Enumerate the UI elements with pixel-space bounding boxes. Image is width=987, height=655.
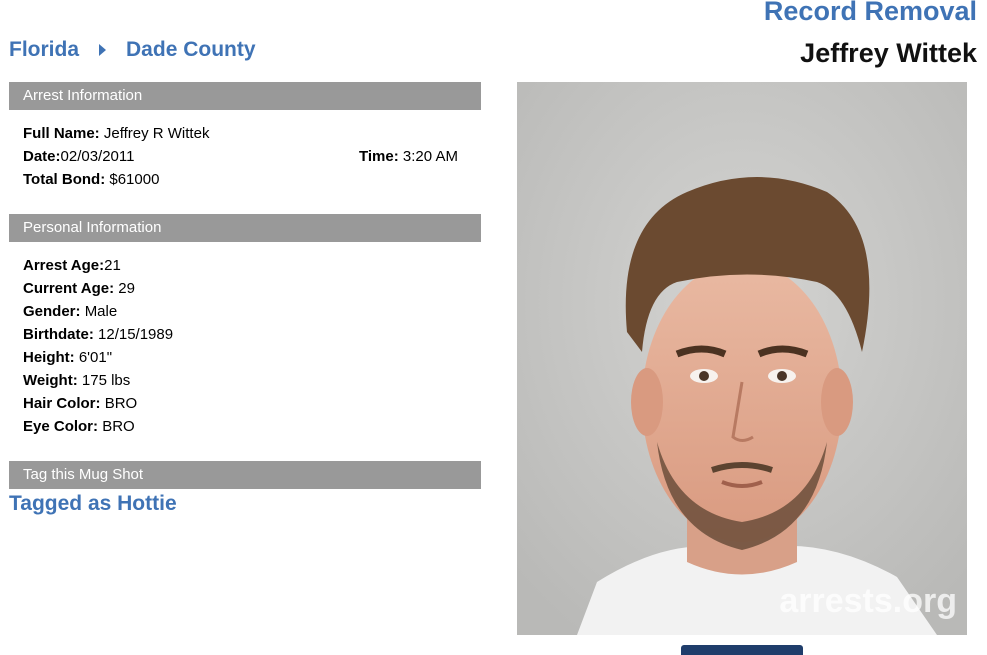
field-value: 175 lbs: [81, 372, 131, 389]
watermark: arrests.org: [779, 582, 957, 620]
bond-label: Total Bond:: [23, 171, 106, 188]
date-row: Date:02/03/2011: [23, 145, 209, 168]
weight-row: Weight: 175 lbs: [23, 369, 173, 392]
breadcrumb-county-link[interactable]: Dade County: [126, 38, 256, 62]
field-label: Arrest Age:: [23, 257, 105, 274]
arrest-age-row: Arrest Age:21: [23, 254, 173, 277]
field-value: BRO: [104, 395, 138, 412]
person-name-heading: Jeffrey Wittek: [800, 38, 977, 68]
time-row: Time: 3:20 AM: [359, 145, 458, 168]
arrest-info-header: Arrest Information: [9, 82, 481, 110]
gender-row: Gender: Male: [23, 300, 173, 323]
full-name-label: Full Name:: [23, 125, 100, 142]
field-value: 21: [104, 257, 121, 274]
field-label: Height:: [23, 349, 75, 366]
date-label: Date:: [23, 148, 61, 165]
personal-info: Arrest Age:21 Current Age: 29 Gender: Ma…: [23, 254, 173, 438]
time-value: 3:20 AM: [402, 148, 458, 165]
eye-color-row: Eye Color: BRO: [23, 415, 173, 438]
chevron-right-icon: [99, 44, 107, 56]
field-value: 29: [118, 280, 135, 297]
field-label: Eye Color:: [23, 418, 99, 435]
tag-mugshot-header: Tag this Mug Shot: [9, 461, 481, 489]
personal-info-header: Personal Information: [9, 214, 481, 242]
hair-color-row: Hair Color: BRO: [23, 392, 173, 415]
tagged-as-link[interactable]: Tagged as Hottie: [9, 492, 177, 516]
field-label: Gender:: [23, 303, 81, 320]
breadcrumb-state-link[interactable]: Florida: [9, 38, 79, 62]
field-value: BRO: [102, 418, 135, 435]
field-value: Male: [84, 303, 118, 320]
birthdate-row: Birthdate: 12/15/1989: [23, 323, 173, 346]
height-row: Height: 6'01": [23, 346, 173, 369]
field-value: 6'01": [78, 349, 113, 366]
mugshot-photo: arrests.org: [517, 82, 967, 635]
field-label: Current Age:: [23, 280, 115, 297]
bond-value: $61000: [109, 171, 160, 188]
breadcrumb: Florida Dade County: [9, 38, 256, 62]
full-name-row: Full Name: Jeffrey R Wittek: [23, 122, 209, 145]
record-removal-link[interactable]: Record Removal: [764, 0, 977, 27]
full-name-value: Jeffrey R Wittek: [103, 125, 210, 142]
time-label: Time:: [359, 148, 399, 165]
current-age-row: Current Age: 29: [23, 277, 173, 300]
field-label: Hair Color:: [23, 395, 101, 412]
field-label: Weight:: [23, 372, 78, 389]
date-value: 02/03/2011: [60, 148, 135, 165]
bottom-button[interactable]: [681, 645, 803, 655]
mugshot-illustration: [517, 82, 967, 635]
arrest-info: Full Name: Jeffrey R Wittek Date:02/03/2…: [23, 122, 209, 191]
bond-row: Total Bond: $61000: [23, 168, 209, 191]
field-value: 12/15/1989: [98, 326, 174, 343]
field-label: Birthdate:: [23, 326, 94, 343]
